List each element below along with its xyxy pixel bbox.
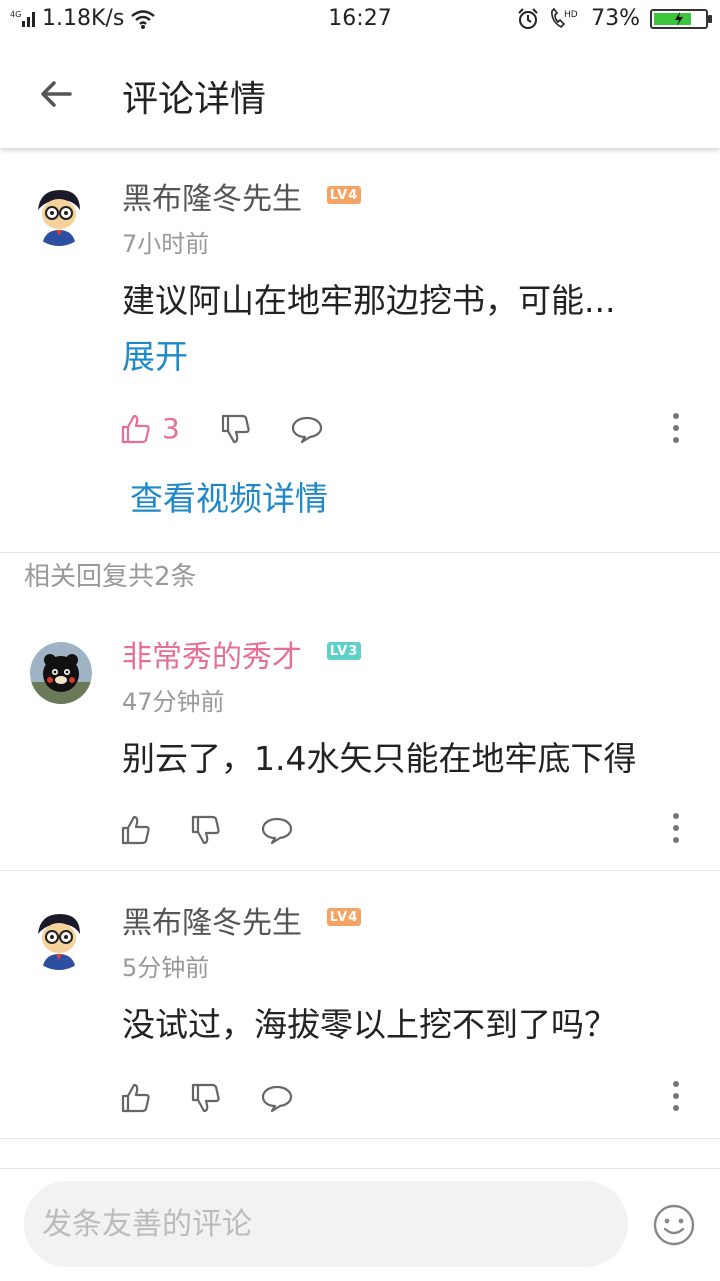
more-vert-icon[interactable]: [666, 812, 686, 844]
thumbs-up-icon: [121, 414, 150, 443]
dislike-button[interactable]: [220, 413, 252, 445]
comment-bubble-icon: [261, 1085, 293, 1113]
thumbs-up-icon: [121, 1083, 150, 1113]
like-button[interactable]: 3: [120, 412, 180, 445]
comment-text: 没试过，海拔零以上挖不到了吗？: [122, 1005, 617, 1044]
thumbs-up-icon: [121, 815, 150, 845]
username[interactable]: 非常秀的秀才: [122, 632, 302, 676]
page-title: 评论详情: [122, 79, 267, 120]
comment-time: 47分钟前: [122, 688, 225, 716]
divider: [0, 552, 720, 553]
level-badge: LV4: [327, 908, 361, 926]
username[interactable]: 黑布隆冬先生: [122, 898, 302, 942]
comment-bar: [0, 1168, 720, 1281]
expand-link[interactable]: 展开: [122, 330, 188, 378]
more-vert-icon[interactable]: [666, 412, 686, 444]
svg-text:HD: HD: [564, 10, 578, 20]
like-count: 3: [162, 412, 180, 445]
app-bar: 评论详情: [0, 38, 720, 148]
comment-input[interactable]: [24, 1181, 628, 1267]
alarm-icon: [518, 7, 538, 29]
main-comment: 黑布隆冬先生 LV4 7小时前 建议阿山在地牢那边挖书，可能... 展开 3 查…: [0, 150, 720, 550]
battery-percent: 73%: [591, 6, 640, 31]
reply-button[interactable]: [260, 815, 294, 845]
hd-call-icon: HD: [551, 7, 578, 28]
reply-item: 黑布隆冬先生 LV4 5分钟前 没试过，海拔零以上挖不到了吗？: [0, 872, 720, 1138]
like-button[interactable]: [120, 814, 152, 846]
thumbs-down-icon: [191, 1083, 220, 1113]
comment-text: 别云了，1.4水矢只能在地牢底下得: [122, 739, 637, 778]
level-badge: LV4: [327, 186, 361, 204]
view-video-link[interactable]: 查看视频详情: [130, 472, 328, 520]
status-bar: 4G 1.18K/s 16:27 HD 73%: [0, 0, 720, 38]
arrow-left-icon[interactable]: [30, 68, 82, 120]
thumbs-down-icon: [191, 815, 220, 845]
reply-button[interactable]: [290, 414, 324, 444]
comment-bubble-icon: [291, 416, 322, 443]
smile-icon[interactable]: [652, 1203, 696, 1247]
replies-count-label: 相关回复共2条: [24, 562, 197, 592]
divider: [0, 870, 720, 871]
like-button[interactable]: [120, 1082, 152, 1114]
avatar[interactable]: [28, 908, 90, 970]
comment-bubble-icon: [261, 817, 293, 845]
dislike-button[interactable]: [190, 814, 222, 846]
level-badge: LV3: [327, 642, 361, 660]
thumbs-down-icon: [221, 414, 250, 443]
username[interactable]: 黑布隆冬先生: [122, 174, 302, 218]
comment-time: 7小时前: [122, 230, 210, 258]
battery-icon: [650, 8, 712, 29]
comment-time: 5分钟前: [122, 954, 210, 982]
dislike-button[interactable]: [190, 1082, 222, 1114]
reply-button[interactable]: [260, 1083, 294, 1113]
divider: [0, 1138, 720, 1139]
more-vert-icon[interactable]: [666, 1080, 686, 1112]
comment-text: 建议阿山在地牢那边挖书，可能...: [122, 281, 616, 320]
avatar[interactable]: [28, 184, 90, 246]
avatar[interactable]: [30, 642, 92, 704]
reply-item: 非常秀的秀才 LV3 47分钟前 别云了，1.4水矢只能在地牢底下得: [0, 606, 720, 870]
